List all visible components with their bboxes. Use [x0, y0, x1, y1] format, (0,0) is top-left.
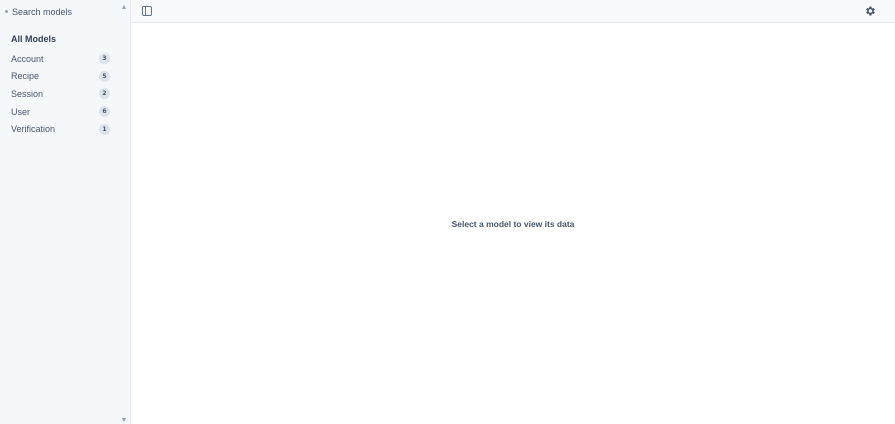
model-item-label: Recipe [11, 71, 40, 82]
model-item-account[interactable]: Account 3 [0, 50, 118, 68]
model-item-label: Verification [11, 124, 56, 135]
scroll-up-arrow-icon[interactable]: ▲ [120, 3, 128, 11]
models-header: All Models [11, 34, 57, 44]
sidebar-toggle-icon[interactable] [142, 6, 152, 16]
main-panel: Select a model to view its data [131, 0, 895, 424]
model-count-badge: 1 [99, 123, 110, 135]
model-count-badge: 6 [99, 106, 110, 118]
model-count-badge: 3 [99, 53, 110, 65]
model-count-badge: 2 [99, 88, 110, 100]
model-item-label: Account [11, 53, 44, 64]
model-item-session[interactable]: Session 2 [0, 85, 118, 103]
empty-state-message: Select a model to view its data [451, 219, 575, 229]
model-list: Account 3 Recipe 5 Session 2 User 6 Veri… [0, 50, 118, 138]
toolbar [131, 0, 895, 23]
model-item-label: Session [11, 88, 44, 99]
search-icon [5, 10, 8, 13]
scroll-down-arrow-icon[interactable]: ▼ [120, 416, 128, 424]
model-count-badge: 5 [99, 70, 110, 82]
search-box [0, 0, 118, 23]
model-item-user[interactable]: User 6 [0, 103, 118, 121]
model-item-label: User [11, 106, 31, 117]
model-item-verification[interactable]: Verification 1 [0, 120, 118, 138]
search-input[interactable] [12, 6, 112, 17]
app-root: ▲ All Models Account 3 Recipe 5 Session … [0, 0, 895, 424]
model-item-recipe[interactable]: Recipe 5 [0, 68, 118, 86]
sidebar: ▲ All Models Account 3 Recipe 5 Session … [0, 0, 131, 424]
gear-icon[interactable] [864, 5, 876, 17]
